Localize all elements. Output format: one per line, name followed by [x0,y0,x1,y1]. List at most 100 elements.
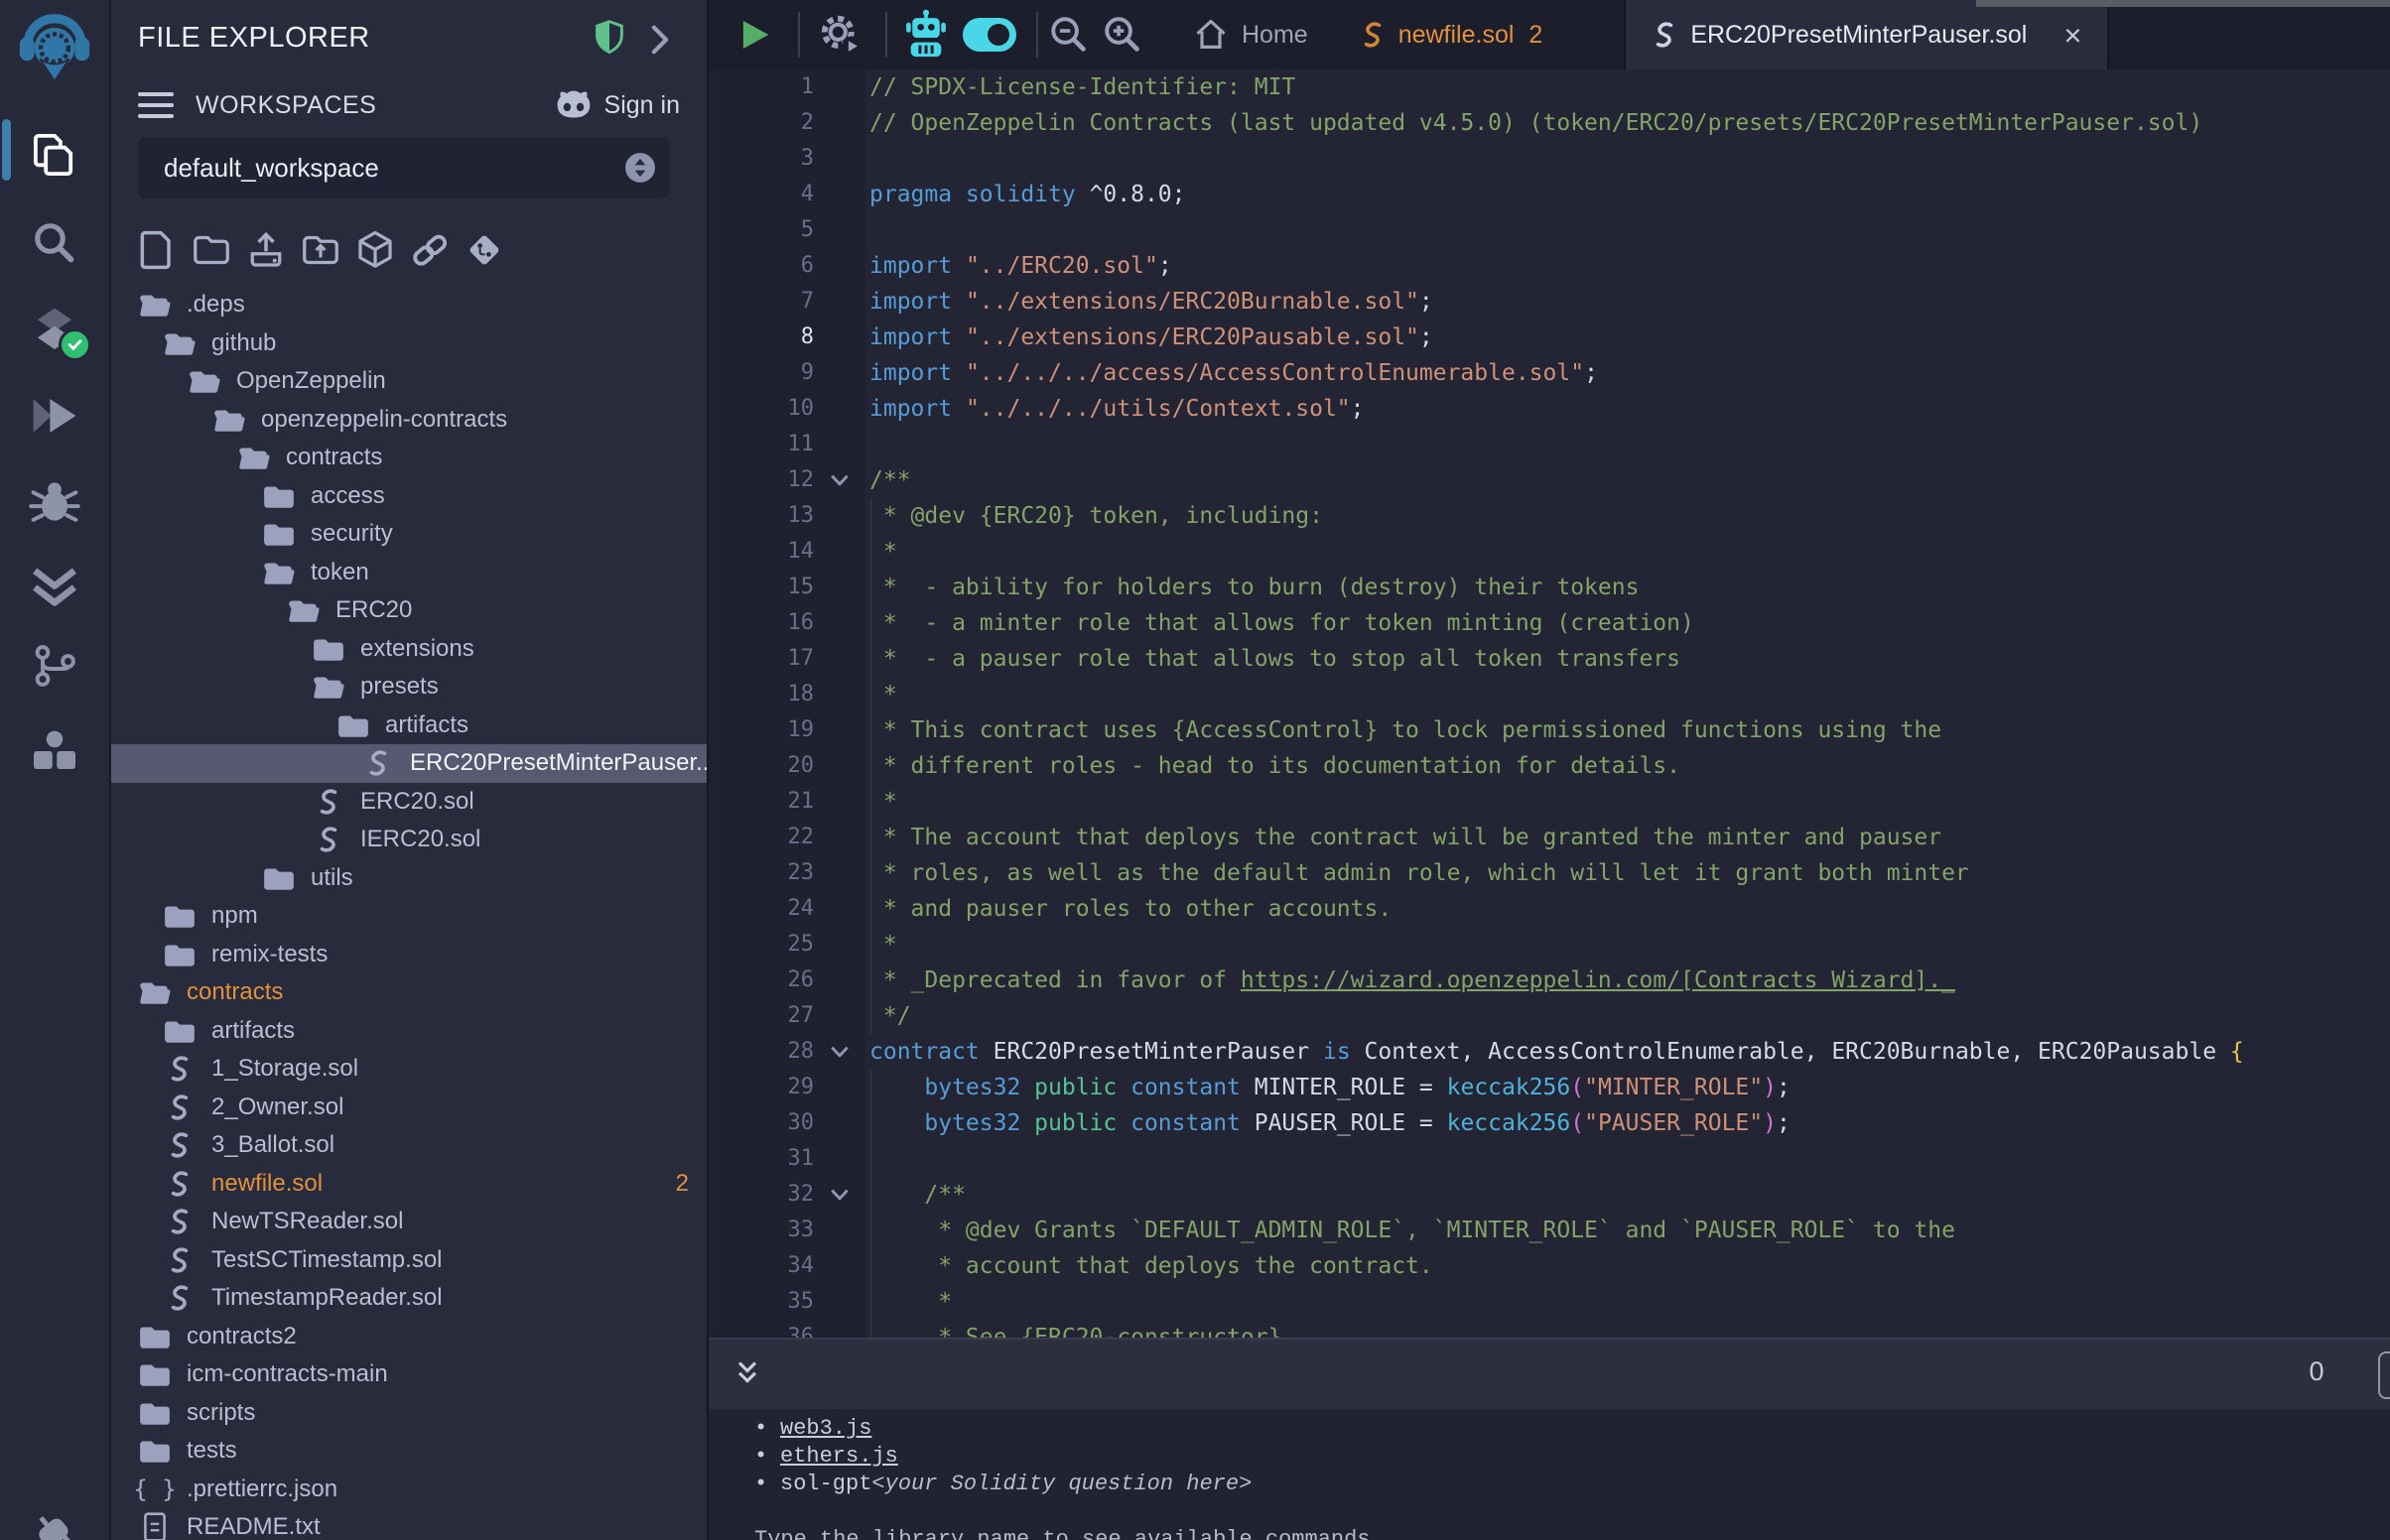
code-line-text[interactable]: import "../extensions/ERC20Burnable.sol"… [865,284,2390,320]
tree-item[interactable]: github [111,324,707,363]
tabbar-scrollbar[interactable] [1976,0,2390,7]
line-number[interactable]: 21 [709,784,814,820]
code-line[interactable]: 6import "../ERC20.sol"; [709,248,2390,284]
code-line-text[interactable]: /** [865,1177,2390,1213]
code-line-text[interactable]: contract ERC20PresetMinterPauser is Cont… [865,1034,2390,1070]
ai-copilot-toggle[interactable] [963,18,1016,52]
line-number[interactable]: 13 [709,498,814,534]
code-line-text[interactable]: * - a pauser role that allows to stop al… [865,641,2390,677]
code-line-text[interactable] [865,212,2390,248]
code-line[interactable]: 24 * and pauser roles to other accounts. [709,891,2390,927]
code-line-text[interactable]: import "../ERC20.sol"; [865,248,2390,284]
tree-item[interactable]: ERC20PresetMinterPauser... [111,744,707,783]
line-number[interactable]: 27 [709,998,814,1034]
code-line-text[interactable]: // SPDX-License-Identifier: MIT [865,69,2390,105]
code-line-text[interactable]: * roles, as well as the default admin ro… [865,855,2390,891]
code-line-text[interactable]: // OpenZeppelin Contracts (last updated … [865,105,2390,141]
tab-newfile[interactable]: newfile.sol2 [1334,0,1569,69]
tree-item[interactable]: utils [111,859,707,898]
code-line[interactable]: 4pragma solidity ^0.8.0; [709,177,2390,212]
code-line[interactable]: 22 * The account that deploys the contra… [709,820,2390,855]
script-config-button[interactable] [818,12,863,58]
git-clone-button[interactable] [465,228,504,272]
tree-item[interactable]: security [111,515,707,554]
code-line[interactable]: 33 * @dev Grants `DEFAULT_ADMIN_ROLE`, `… [709,1213,2390,1248]
line-number[interactable]: 28 [709,1034,814,1070]
code-line-text[interactable]: * @dev {ERC20} token, including: [865,498,2390,534]
tree-item[interactable]: README.txt [111,1508,707,1540]
code-line-text[interactable] [865,1141,2390,1177]
code-line-text[interactable]: * - ability for holders to burn (destroy… [865,570,2390,605]
terminal-link[interactable]: ethers.js [780,1443,898,1471]
code-line-text[interactable]: * The account that deploys the contract … [865,820,2390,855]
line-number[interactable]: 15 [709,570,814,605]
workspace-select[interactable]: default_workspace [138,137,670,198]
tree-item[interactable]: artifacts [111,1012,707,1051]
code-line[interactable]: 23 * roles, as well as the default admin… [709,855,2390,891]
fold-chevron-icon[interactable] [814,1177,865,1213]
link-button[interactable] [410,228,450,272]
line-number[interactable]: 32 [709,1177,814,1213]
code-line-text[interactable]: * - a minter role that allows for token … [865,605,2390,641]
code-line[interactable]: 9 import "../../../access/AccessControlEn… [709,355,2390,391]
tree-item[interactable]: newfile.sol2 [111,1165,707,1204]
workspaces-menu-button[interactable] [138,92,178,118]
line-number[interactable]: 7 [709,284,814,320]
upload-file-button[interactable] [246,228,286,272]
line-number[interactable]: 5 [709,212,814,248]
code-line-text[interactable]: * [865,534,2390,570]
code-line-text[interactable]: * and pauser roles to other accounts. [865,891,2390,927]
tree-item[interactable]: { }.prettierrc.json [111,1471,707,1509]
code-line-text[interactable]: bytes32 public constant PAUSER_ROLE = ke… [865,1105,2390,1141]
code-line-text[interactable]: * [865,677,2390,712]
code-line-text[interactable]: import "../extensions/ERC20Pausable.sol"… [865,320,2390,355]
line-number[interactable]: 2 [709,105,814,141]
code-line[interactable]: 28 contract ERC20PresetMinterPauser is Co… [709,1034,2390,1070]
terminal-collapse-icon[interactable] [730,1359,764,1391]
tree-item[interactable]: extensions [111,630,707,669]
tree-item[interactable]: 3_Ballot.sol [111,1126,707,1165]
rail-item-file-explorer[interactable] [0,119,109,191]
rail-item-static-analysis[interactable] [0,552,109,623]
rail-item-solidity-compiler[interactable] [0,296,109,367]
code-line-text[interactable]: * account that deploys the contract. [865,1248,2390,1284]
code-line-text[interactable]: import "../../../access/AccessControlEnu… [865,355,2390,391]
line-number[interactable]: 12 [709,462,814,498]
tree-item[interactable]: NewTSReader.sol [111,1203,707,1241]
code-line[interactable]: 5 [709,212,2390,248]
code-line[interactable]: 29 bytes32 public constant MINTER_ROLE =… [709,1070,2390,1105]
line-number[interactable]: 19 [709,712,814,748]
tree-item[interactable]: tests [111,1432,707,1471]
code-line-text[interactable] [865,141,2390,177]
tree-item[interactable]: TestSCTimestamp.sol [111,1241,707,1280]
line-number[interactable]: 29 [709,1070,814,1105]
code-line[interactable]: 32 /** [709,1177,2390,1213]
tree-item[interactable]: openzeppelin-contracts [111,401,707,440]
fold-chevron-icon[interactable] [814,1034,865,1070]
code-line-text[interactable]: * [865,784,2390,820]
line-number[interactable]: 23 [709,855,814,891]
code-line-text[interactable]: */ [865,998,2390,1034]
play-button[interactable] [738,16,772,54]
line-number[interactable]: 30 [709,1105,814,1141]
code-line[interactable]: 30 bytes32 public constant PAUSER_ROLE =… [709,1105,2390,1141]
upload-folder-button[interactable] [301,228,340,272]
shield-icon[interactable] [592,18,627,58]
code-line[interactable]: 7 import "../extensions/ERC20Burnable.sol… [709,284,2390,320]
tree-item[interactable]: remix-tests [111,936,707,974]
line-number[interactable]: 9 [709,355,814,391]
tree-item[interactable]: contracts [111,439,707,477]
tree-item[interactable]: ERC20 [111,591,707,630]
line-number[interactable]: 24 [709,891,814,927]
line-number[interactable]: 8 [709,320,814,355]
code-line-text[interactable]: pragma solidity ^0.8.0; [865,177,2390,212]
line-number[interactable]: 3 [709,141,814,177]
line-number[interactable]: 11 [709,427,814,462]
line-number[interactable]: 14 [709,534,814,570]
code-line[interactable]: 11 [709,427,2390,462]
code-line[interactable]: 16 * - a minter role that allows for tok… [709,605,2390,641]
line-number[interactable]: 17 [709,641,814,677]
rail-item-debugger[interactable] [0,464,109,536]
code-line[interactable]: 35 * [709,1284,2390,1320]
code-line[interactable]: 2 // OpenZeppelin Contracts (last updated… [709,105,2390,141]
